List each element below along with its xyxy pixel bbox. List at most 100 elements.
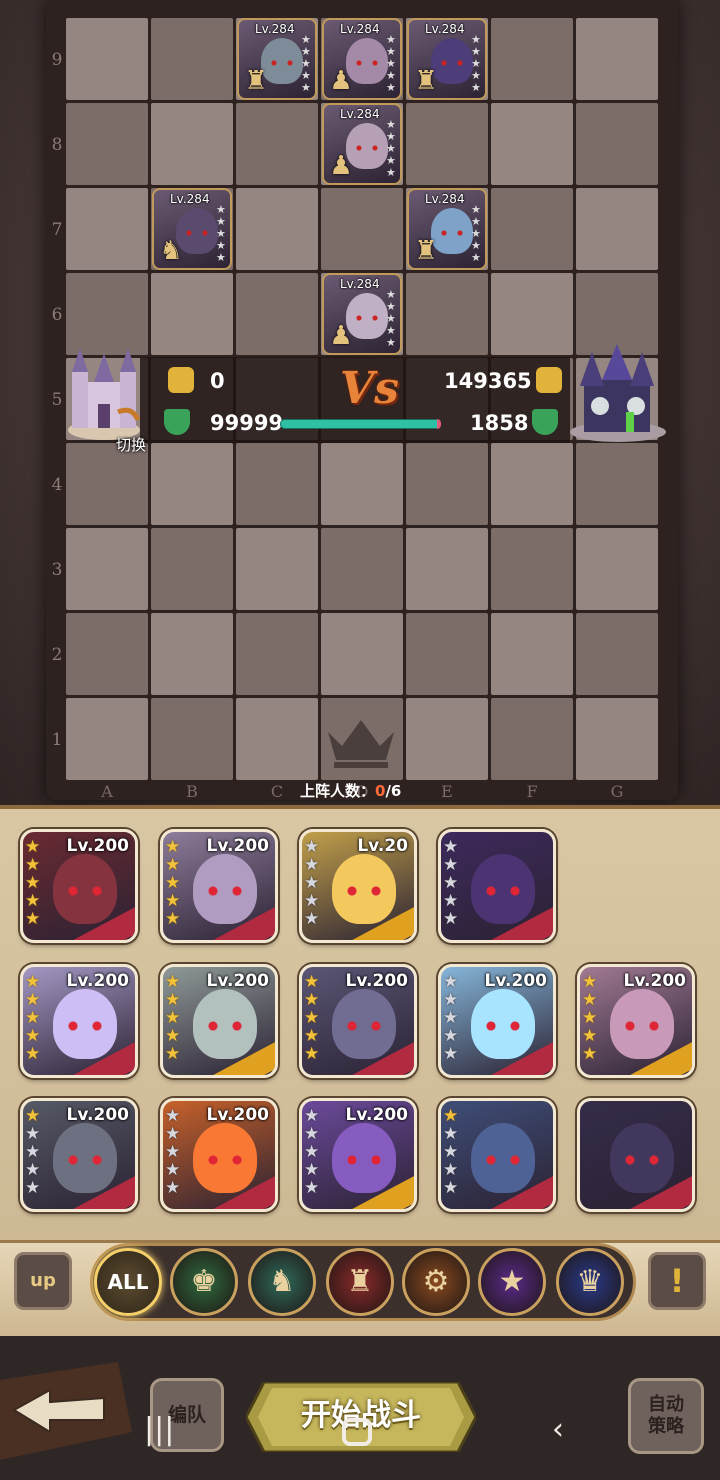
hero-card[interactable]: ★ ★ ★ ★ ★ Lv.200 bbox=[299, 964, 417, 1078]
board-cell[interactable] bbox=[576, 18, 658, 100]
board-cell[interactable] bbox=[491, 273, 573, 355]
hero-portrait bbox=[471, 1123, 535, 1193]
hero-card[interactable]: ★ ★ ★ ★ ★ Lv.200 bbox=[160, 1098, 278, 1212]
board-cell[interactable] bbox=[491, 698, 573, 780]
hero-card[interactable]: ★ ★ ★ ★ ★ bbox=[438, 829, 556, 943]
board-cell[interactable] bbox=[576, 188, 658, 270]
board-cell[interactable] bbox=[151, 528, 233, 610]
board-cell[interactable] bbox=[236, 103, 318, 185]
mage-icon: ★ bbox=[498, 1264, 526, 1299]
board-cell[interactable] bbox=[406, 528, 488, 610]
column-label: A bbox=[101, 782, 113, 801]
hero-card[interactable]: ★ ★ ★ ★ ★ Lv.200 bbox=[299, 1098, 417, 1212]
board-cell[interactable] bbox=[151, 443, 233, 525]
board-cell[interactable] bbox=[406, 103, 488, 185]
tab-knight[interactable]: ♞ bbox=[248, 1248, 316, 1316]
board-cell[interactable] bbox=[406, 698, 488, 780]
tab-warrior[interactable]: ♚ bbox=[170, 1248, 238, 1316]
player-castle-icon[interactable] bbox=[64, 342, 144, 442]
hero-card[interactable]: ★ ★ ★ ★ ★ Lv.200 bbox=[20, 1098, 138, 1212]
board-cell[interactable] bbox=[151, 103, 233, 185]
switch-button[interactable]: 切换 bbox=[116, 434, 146, 455]
board-cell[interactable] bbox=[66, 188, 148, 270]
enemy-unit-card[interactable]: ★ ★ ★ ★ ★ ♟ Lv.284 bbox=[322, 103, 402, 185]
deploy-max: /6 bbox=[385, 782, 402, 800]
board-cell[interactable] bbox=[321, 443, 403, 525]
tab-chariot[interactable]: ⚙ bbox=[402, 1248, 470, 1316]
row-label: 1 bbox=[51, 730, 63, 750]
enemy-unit-card[interactable]: ★ ★ ★ ★ ★ ♞ Lv.284 bbox=[152, 188, 232, 270]
shield-icon bbox=[164, 409, 190, 435]
hero-card[interactable]: ★ ★ ★ ★ ★ Lv.200 bbox=[20, 829, 138, 943]
tab-queen[interactable]: ♛ bbox=[556, 1248, 624, 1316]
board-cell[interactable] bbox=[321, 188, 403, 270]
board-cell[interactable] bbox=[151, 613, 233, 695]
board-cell[interactable] bbox=[576, 443, 658, 525]
board-cell[interactable] bbox=[151, 698, 233, 780]
board-cell[interactable] bbox=[491, 443, 573, 525]
pawn-icon: ♟ bbox=[329, 151, 353, 181]
hero-card[interactable]: ★ ★ ★ ★ ★ Lv.20 bbox=[299, 829, 417, 943]
board-cell[interactable] bbox=[151, 273, 233, 355]
back-button[interactable] bbox=[0, 1362, 132, 1460]
info-button[interactable]: ! bbox=[648, 1252, 706, 1310]
hero-card[interactable]: ★ ★ ★ ★ ★ bbox=[438, 1098, 556, 1212]
board-cell[interactable] bbox=[66, 613, 148, 695]
board-cell[interactable] bbox=[236, 188, 318, 270]
board-cell[interactable] bbox=[66, 18, 148, 100]
board-cell[interactable] bbox=[236, 273, 318, 355]
recent-apps-icon[interactable]: ||| bbox=[144, 1412, 174, 1447]
board-cell[interactable] bbox=[321, 613, 403, 695]
star-rating: ★ ★ ★ ★ ★ bbox=[386, 33, 396, 94]
board-cell[interactable] bbox=[491, 18, 573, 100]
board-cell[interactable] bbox=[236, 443, 318, 525]
home-icon[interactable] bbox=[342, 1418, 372, 1446]
enemy-unit-card[interactable]: ★ ★ ★ ★ ★ ♟ Lv.284 bbox=[322, 18, 402, 100]
board-cell[interactable] bbox=[66, 528, 148, 610]
board-cell[interactable] bbox=[236, 613, 318, 695]
unit-level: Lv.284 bbox=[170, 192, 210, 206]
hero-card[interactable]: ★ ★ ★ ★ ★ Lv.200 bbox=[160, 829, 278, 943]
board-cell[interactable] bbox=[491, 188, 573, 270]
hero-card[interactable]: ★ ★ ★ ★ ★ Lv.200 bbox=[577, 964, 695, 1078]
enemy-unit-card[interactable]: ★ ★ ★ ★ ★ ♜ Lv.284 bbox=[407, 18, 487, 100]
auto-strategy-button[interactable]: 自动 策略 bbox=[628, 1378, 704, 1454]
board-cell[interactable] bbox=[236, 698, 318, 780]
hero-level: Lv.200 bbox=[66, 836, 129, 856]
star-rating: ★ ★ ★ ★ ★ bbox=[25, 1106, 41, 1198]
enemy-unit-card[interactable]: ★ ★ ★ ★ ★ ♟ Lv.284 bbox=[322, 273, 402, 355]
board-cell[interactable] bbox=[576, 528, 658, 610]
board-cell[interactable] bbox=[576, 103, 658, 185]
board-cell[interactable] bbox=[321, 528, 403, 610]
board-cell[interactable] bbox=[491, 613, 573, 695]
board-cell[interactable] bbox=[66, 443, 148, 525]
board-cell[interactable] bbox=[576, 698, 658, 780]
board-cell[interactable] bbox=[66, 698, 148, 780]
pawn-icon: ♟ bbox=[329, 321, 353, 351]
hero-portrait bbox=[332, 854, 396, 924]
hero-card[interactable]: ★ ★ ★ ★ ★ Lv.200 bbox=[20, 964, 138, 1078]
enemy-unit-card[interactable]: ★ ★ ★ ★ ★ ♜ Lv.284 bbox=[237, 18, 317, 100]
tab-cannon[interactable]: ♜ bbox=[326, 1248, 394, 1316]
tab-all[interactable]: ALL bbox=[94, 1248, 162, 1316]
board-cell[interactable] bbox=[406, 613, 488, 695]
cannon-icon: ♜ bbox=[346, 1264, 374, 1299]
tab-mage[interactable]: ★ bbox=[478, 1248, 546, 1316]
board-cell[interactable] bbox=[151, 18, 233, 100]
board-cell[interactable] bbox=[236, 528, 318, 610]
board-cell[interactable] bbox=[491, 528, 573, 610]
hero-card[interactable] bbox=[577, 1098, 695, 1212]
board-cell[interactable] bbox=[576, 613, 658, 695]
star-rating: ★ ★ ★ ★ ★ bbox=[386, 118, 396, 179]
enemy-unit-card[interactable]: ★ ★ ★ ★ ★ ♜ Lv.284 bbox=[407, 188, 487, 270]
board-cell[interactable] bbox=[66, 103, 148, 185]
board-cell[interactable] bbox=[491, 103, 573, 185]
board-cell[interactable] bbox=[406, 443, 488, 525]
back-nav-icon[interactable]: ‹ bbox=[552, 1412, 564, 1447]
upgrade-button[interactable]: up bbox=[14, 1252, 72, 1310]
hero-card[interactable]: ★ ★ ★ ★ ★ Lv.200 bbox=[438, 964, 556, 1078]
row-label: 9 bbox=[51, 50, 63, 70]
board-cell[interactable] bbox=[406, 273, 488, 355]
hero-card[interactable]: ★ ★ ★ ★ ★ Lv.200 bbox=[160, 964, 278, 1078]
left-power: 0 bbox=[210, 369, 225, 393]
